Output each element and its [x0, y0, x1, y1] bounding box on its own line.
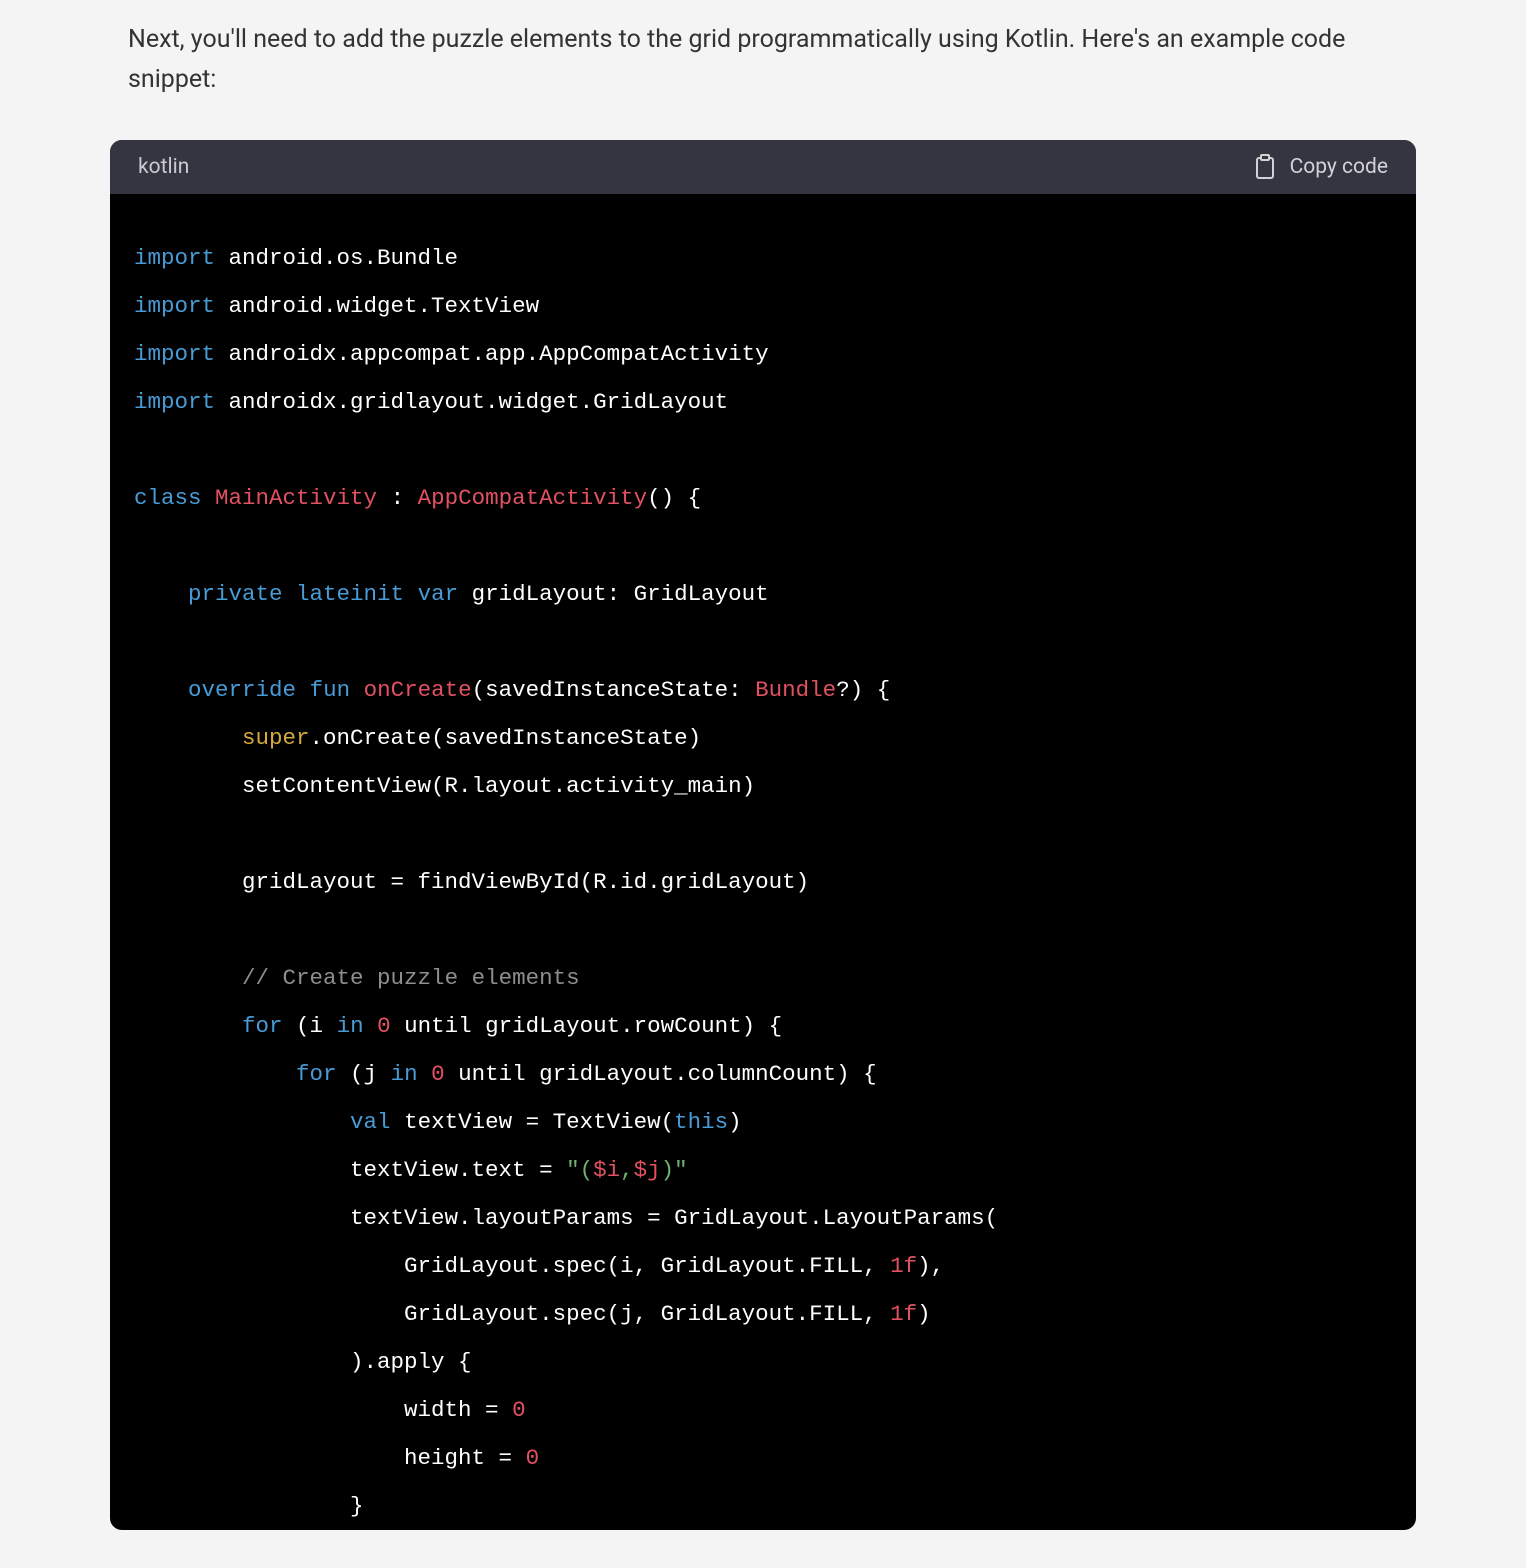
code-token [134, 677, 188, 703]
code-token: AppCompatActivity [418, 485, 648, 511]
code-token [134, 581, 188, 607]
code-token: for [242, 1013, 283, 1039]
code-token: ).apply { [134, 1349, 472, 1375]
code-token: $i [593, 1157, 620, 1183]
code-token: ?) { [836, 677, 890, 703]
code-token: , [620, 1157, 634, 1183]
code-token: private [188, 581, 283, 607]
code-token: androidx.appcompat.app.AppCompatActivity [215, 341, 769, 367]
code-token [134, 1109, 350, 1135]
code-token: 0 [431, 1061, 445, 1087]
clipboard-icon [1254, 154, 1276, 180]
code-token [350, 677, 364, 703]
code-token: ) [728, 1109, 742, 1135]
code-token: // Create puzzle elements [242, 965, 580, 991]
code-token [283, 581, 297, 607]
code-token: import [134, 341, 215, 367]
code-token: var [418, 581, 459, 607]
code-token: override [188, 677, 296, 703]
code-token: Bundle [755, 677, 836, 703]
code-token: this [674, 1109, 728, 1135]
code-token: )" [661, 1157, 688, 1183]
code-token: () { [647, 485, 701, 511]
code-token: setContentView(R.layout.activity_main) [134, 773, 755, 799]
code-token: class [134, 485, 202, 511]
code-token: for [296, 1061, 337, 1087]
code-token: android.os.Bundle [215, 245, 458, 271]
code-token [418, 1061, 432, 1087]
code-token: "( [566, 1157, 593, 1183]
code-token: .onCreate(savedInstanceState) [310, 725, 702, 751]
code-block: kotlin Copy code import android.os.Bundl… [110, 140, 1416, 1530]
code-token: fun [310, 677, 351, 703]
intro-paragraph: Next, you'll need to add the puzzle elem… [128, 20, 1378, 100]
code-token: import [134, 245, 215, 271]
code-token: 1f [890, 1301, 917, 1327]
code-token: ), [917, 1253, 944, 1279]
code-token: import [134, 389, 215, 415]
code-token: $j [634, 1157, 661, 1183]
code-token: MainActivity [215, 485, 377, 511]
code-token: GridLayout.spec(i, GridLayout.FILL, [134, 1253, 890, 1279]
code-token: 0 [526, 1445, 540, 1471]
code-token: in [337, 1013, 364, 1039]
code-token: gridLayout = findViewById(R.id.gridLayou… [134, 869, 809, 895]
code-token: android.widget.TextView [215, 293, 539, 319]
code-token [202, 485, 216, 511]
code-token: (i [283, 1013, 337, 1039]
code-token: val [350, 1109, 391, 1135]
code-token: (savedInstanceState: [472, 677, 756, 703]
code-token: 0 [512, 1397, 526, 1423]
code-token: width = [134, 1397, 512, 1423]
code-content[interactable]: import android.os.Bundle import android.… [110, 194, 1416, 1530]
code-token: 1f [890, 1253, 917, 1279]
code-token: height = [134, 1445, 526, 1471]
code-token: 0 [377, 1013, 391, 1039]
code-token: lateinit [296, 581, 404, 607]
code-token: (j [337, 1061, 391, 1087]
code-token [134, 725, 242, 751]
code-token: in [391, 1061, 418, 1087]
code-header: kotlin Copy code [110, 140, 1416, 194]
code-token: : [377, 485, 418, 511]
code-token [134, 965, 242, 991]
code-token [404, 581, 418, 607]
code-token [134, 1013, 242, 1039]
code-token: } [134, 1493, 364, 1519]
code-token: textView.text = [134, 1157, 566, 1183]
language-label: kotlin [138, 155, 189, 179]
code-token [296, 677, 310, 703]
code-token: import [134, 293, 215, 319]
code-token: textView = TextView( [391, 1109, 675, 1135]
code-token: until gridLayout.rowCount) { [391, 1013, 783, 1039]
code-token: onCreate [364, 677, 472, 703]
code-token: super [242, 725, 310, 751]
code-token [134, 1061, 296, 1087]
copy-code-button[interactable]: Copy code [1254, 154, 1388, 180]
code-token [364, 1013, 378, 1039]
code-token: androidx.gridlayout.widget.GridLayout [215, 389, 728, 415]
code-token: textView.layoutParams = GridLayout.Layou… [134, 1205, 998, 1231]
code-token: until gridLayout.columnCount) { [445, 1061, 877, 1087]
code-token: gridLayout: GridLayout [458, 581, 769, 607]
code-token: ) [917, 1301, 931, 1327]
copy-code-label: Copy code [1290, 155, 1388, 179]
code-token: GridLayout.spec(j, GridLayout.FILL, [134, 1301, 890, 1327]
